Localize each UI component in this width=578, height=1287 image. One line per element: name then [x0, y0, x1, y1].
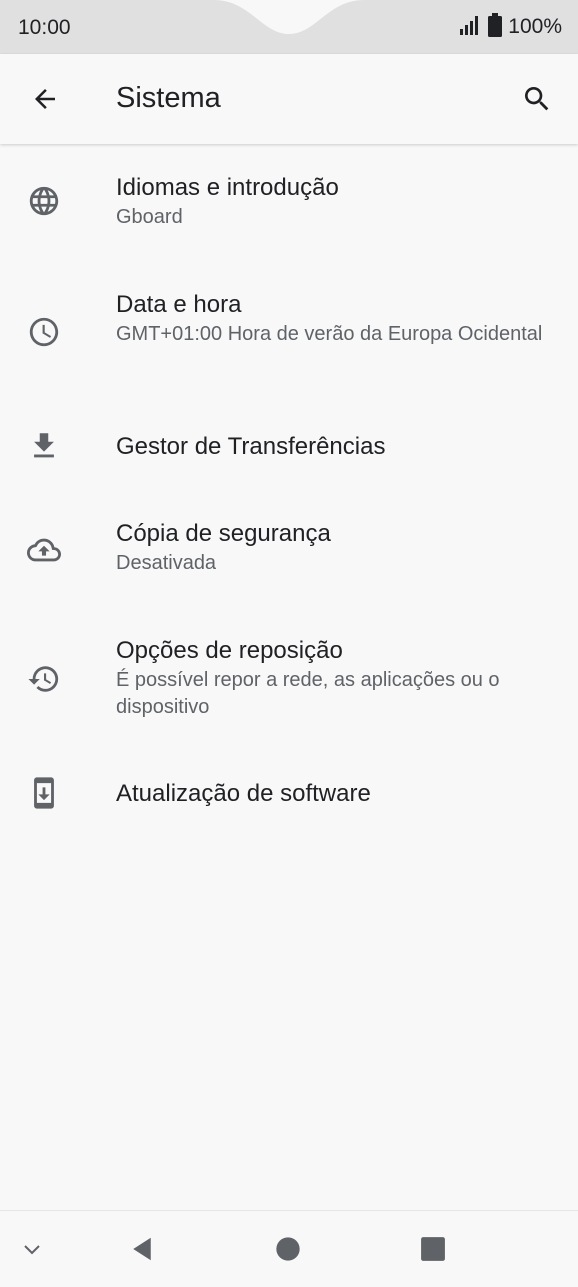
download-icon: [26, 428, 62, 464]
nav-recents-icon: [421, 1237, 445, 1261]
status-indicators: 100%: [458, 12, 562, 42]
navigation-bar: [0, 1210, 578, 1287]
history-icon: [26, 661, 62, 697]
status-bar: 10:00 100%: [0, 0, 578, 54]
settings-item-title: Atualização de software: [116, 780, 371, 807]
settings-item-title: Cópia de segurança: [116, 520, 331, 547]
globe-icon: [26, 183, 62, 219]
settings-item-reset-options[interactable]: Opções de reposição É possível repor a r…: [0, 608, 578, 753]
nav-home-icon: [276, 1237, 300, 1261]
settings-item-software-update[interactable]: Atualização de software: [0, 753, 578, 837]
nav-back-button[interactable]: [120, 1227, 164, 1271]
cloud-upload-icon: [26, 532, 62, 568]
settings-item-subtitle: GMT+01:00 Hora de verão da Europa Ociden…: [116, 323, 543, 345]
battery-full-icon: [488, 12, 503, 42]
settings-item-subtitle: Gboard: [116, 206, 183, 228]
settings-item-text: Idiomas e introdução Gboard: [116, 172, 554, 231]
clock-icon: [26, 314, 62, 350]
settings-item-text: Cópia de segurança Desativada: [116, 518, 554, 577]
settings-item-date-time[interactable]: Data e hora GMT+01:00 Hora de verão da E…: [0, 262, 578, 406]
settings-item-downloads[interactable]: Gestor de Transferências: [0, 406, 578, 490]
search-icon: [525, 87, 549, 111]
chevron-down-icon: [24, 1245, 40, 1255]
settings-item-text: Data e hora GMT+01:00 Hora de verão da E…: [116, 289, 554, 348]
nav-home-button[interactable]: [266, 1227, 310, 1271]
battery-percentage: 100%: [508, 15, 562, 38]
settings-item-title: Data e hora: [116, 291, 242, 318]
app-bar: Sistema: [0, 54, 578, 144]
status-time: 10:00: [18, 16, 71, 39]
nav-back-icon: [133, 1237, 151, 1261]
settings-item-languages[interactable]: Idiomas e introdução Gboard: [0, 145, 578, 262]
page-title: Sistema: [116, 82, 221, 114]
settings-item-title: Gestor de Transferências: [116, 433, 386, 460]
settings-item-text: Atualização de software: [116, 778, 554, 810]
settings-item-title: Opções de reposição: [116, 637, 343, 664]
back-button[interactable]: [22, 76, 68, 122]
settings-item-title: Idiomas e introdução: [116, 174, 339, 201]
cell-signal-icon: [458, 14, 482, 41]
settings-item-text: Gestor de Transferências: [116, 431, 554, 463]
settings-item-text: Opções de reposição É possível repor a r…: [116, 635, 554, 721]
system-update-icon: [26, 775, 62, 811]
arrow-back-icon: [35, 89, 55, 109]
nav-recents-button[interactable]: [411, 1227, 455, 1271]
settings-item-subtitle: Desativada: [116, 552, 217, 574]
settings-item-subtitle: É possível repor a rede, as aplicações o…: [116, 669, 500, 718]
search-button[interactable]: [514, 76, 560, 122]
settings-item-backup[interactable]: Cópia de segurança Desativada: [0, 490, 578, 608]
collapse-nav-button[interactable]: [10, 1227, 54, 1271]
